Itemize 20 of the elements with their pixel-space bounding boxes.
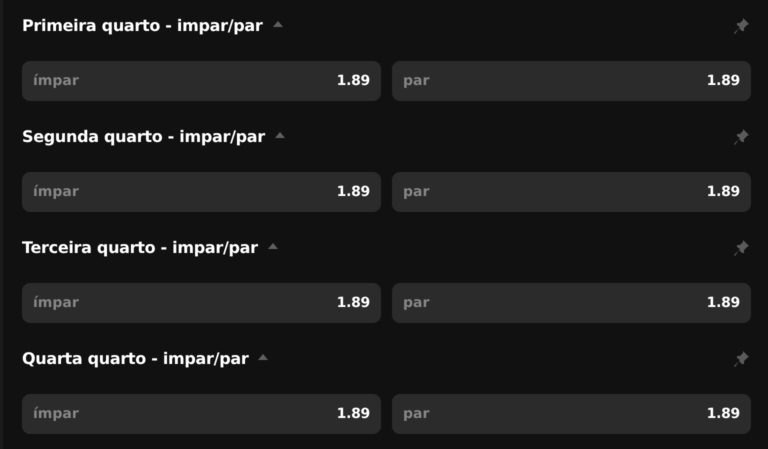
odds-button[interactable]: par 1.89	[392, 61, 751, 101]
odds-button[interactable]: ímpar 1.89	[22, 394, 381, 434]
market-title: Segunda quarto - impar/par	[22, 127, 265, 146]
odds-button[interactable]: ímpar 1.89	[22, 61, 381, 101]
odds-button[interactable]: ímpar 1.89	[22, 283, 381, 323]
odds-button[interactable]: par 1.89	[392, 283, 751, 323]
pin-icon[interactable]	[734, 16, 750, 34]
pin-icon[interactable]	[734, 238, 750, 256]
market-title: Terceira quarto - impar/par	[22, 238, 258, 257]
caret-icon[interactable]	[266, 240, 280, 250]
pin-icon[interactable]	[734, 350, 750, 368]
pin-icon[interactable]	[734, 128, 750, 146]
odds-button[interactable]: par 1.89	[392, 172, 751, 212]
odds-button[interactable]: ímpar 1.89	[22, 172, 381, 212]
caret-icon[interactable]	[256, 352, 270, 362]
market-title: Quarta quarto - impar/par	[22, 349, 248, 368]
odds-button[interactable]: par 1.89	[392, 394, 751, 434]
caret-icon[interactable]	[270, 18, 285, 28]
caret-icon[interactable]	[272, 130, 287, 140]
market-title: Primeira quarto - impar/par	[22, 16, 263, 35]
